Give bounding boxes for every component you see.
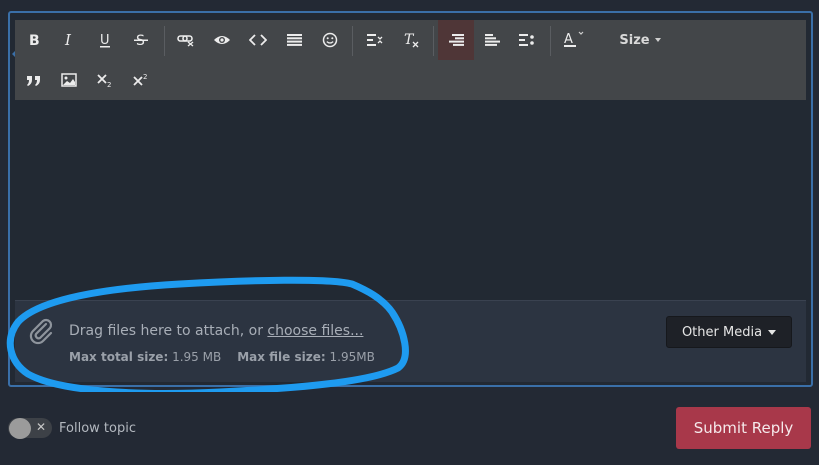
other-media-label: Other Media — [681, 324, 763, 340]
drag-files-text: Drag files here to attach, or choose fil… — [69, 323, 363, 339]
svg-text:I: I — [64, 33, 72, 47]
list-dropdown-icon — [367, 34, 383, 46]
upload-limits: Max total size: 1.95 MB Max file size: 1… — [69, 350, 375, 364]
italic-icon: I — [64, 33, 72, 47]
unlink-icon — [177, 35, 194, 47]
font-size-label: Size — [619, 32, 650, 48]
font-color-button[interactable]: A — [559, 24, 589, 56]
code-button[interactable] — [243, 24, 273, 56]
attachment-dropzone[interactable]: Drag files here to attach, or choose fil… — [15, 300, 806, 382]
quote-icon — [27, 76, 40, 86]
caret-down-icon — [768, 329, 777, 335]
align-justify-button[interactable] — [279, 24, 309, 56]
strikethrough-icon: S — [134, 33, 148, 48]
follow-topic-label: Follow topic — [59, 421, 136, 436]
toolbar-separator — [550, 26, 551, 56]
align-left-icon — [484, 34, 500, 46]
align-justify-icon — [286, 34, 302, 46]
svg-text:T: T — [404, 32, 415, 48]
preview-button[interactable] — [207, 24, 237, 56]
insert-image-button[interactable] — [54, 64, 84, 96]
list-options-button[interactable] — [360, 24, 390, 56]
superscript-button[interactable]: 2 — [126, 64, 156, 96]
clear-formatting-button[interactable]: T — [396, 24, 426, 56]
choose-files-link[interactable]: choose files... — [267, 323, 363, 339]
toolbar-separator — [164, 26, 165, 56]
message-text-area[interactable] — [15, 100, 806, 300]
align-more-icon — [519, 34, 534, 46]
svg-text:B: B — [29, 33, 40, 47]
font-size-dropdown[interactable]: Size — [615, 20, 665, 60]
image-icon — [61, 73, 77, 87]
max-file-size-label: Max file size: — [237, 350, 326, 364]
align-right-icon — [448, 34, 464, 46]
subscript-icon: 2 — [97, 74, 111, 87]
remove-link-button[interactable] — [171, 24, 201, 56]
toggle-knob — [9, 418, 31, 439]
reply-footer: ✕ Follow topic Submit Reply — [0, 392, 819, 465]
smiley-icon — [322, 32, 338, 48]
clear-format-icon: T — [404, 32, 419, 48]
svg-text:2: 2 — [107, 81, 111, 87]
svg-text:U: U — [100, 33, 110, 48]
toolbar-separator — [433, 26, 434, 56]
submit-reply-button[interactable]: Submit Reply — [676, 407, 811, 449]
bold-button[interactable]: B — [19, 24, 49, 56]
follow-topic-toggle[interactable]: ✕ — [8, 418, 52, 439]
eye-icon — [214, 36, 230, 44]
svg-text:2: 2 — [143, 73, 147, 81]
drag-files-label: Drag files here to attach, or — [69, 323, 268, 339]
paperclip-icon — [29, 318, 53, 345]
caret-down-icon — [654, 38, 661, 42]
max-file-size-value: 1.95MB — [329, 350, 375, 364]
code-icon — [249, 34, 267, 46]
max-total-size-value: 1.95 MB — [172, 350, 222, 364]
max-total-size: Max total size: 1.95 MB — [69, 350, 221, 364]
subscript-button[interactable]: 2 — [90, 64, 120, 96]
quote-button[interactable] — [19, 64, 49, 96]
align-right-button[interactable] — [438, 20, 474, 60]
close-icon: ✕ — [36, 420, 47, 434]
max-file-size: Max file size: 1.95MB — [237, 350, 375, 364]
svg-text:A: A — [564, 32, 573, 47]
formatting-toolbar: B I U S T A Size 2 2 — [15, 20, 806, 100]
toolbar-separator — [352, 26, 353, 56]
italic-button[interactable]: I — [54, 24, 84, 56]
alignment-options-button[interactable] — [512, 24, 542, 56]
emoji-button[interactable] — [315, 24, 345, 56]
bold-icon: B — [29, 33, 40, 47]
underline-button[interactable]: U — [90, 24, 120, 56]
align-left-button[interactable] — [477, 24, 507, 56]
strikethrough-button[interactable]: S — [126, 24, 156, 56]
max-total-size-label: Max total size: — [69, 350, 169, 364]
underline-icon: U — [99, 33, 110, 48]
font-color-icon: A — [564, 31, 584, 47]
other-media-button[interactable]: Other Media — [666, 316, 792, 348]
superscript-icon: 2 — [133, 73, 147, 86]
